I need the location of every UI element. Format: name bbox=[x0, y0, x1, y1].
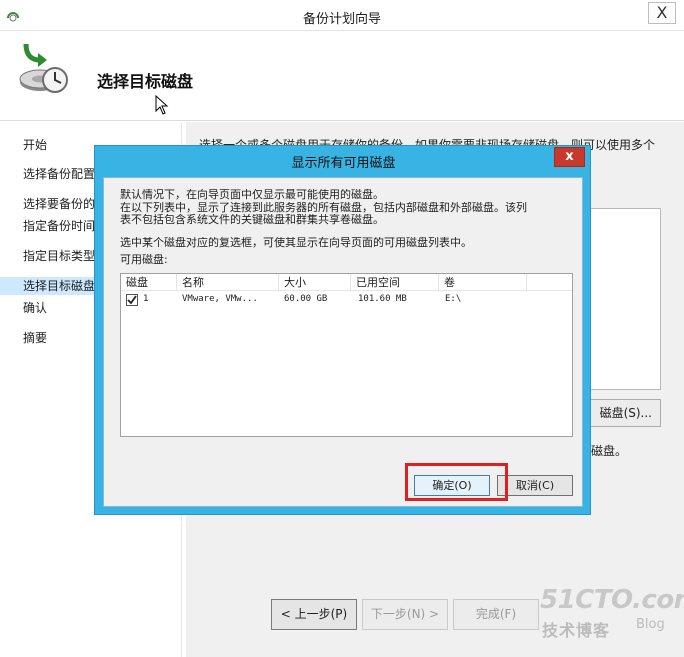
dialog-description-line-3: 表不包括包含系统文件的关键磁盘和群集共享卷磁盘。 bbox=[120, 214, 384, 226]
available-disks-table[interactable]: 磁盘 名称 大小 已用空间 卷 1 VMware, VMw... 60.00 G… bbox=[120, 273, 573, 437]
next-button[interactable]: 下一步(N) > bbox=[362, 599, 448, 630]
page-title: 选择目标磁盘 bbox=[97, 72, 194, 91]
content-note: 磁盘。 bbox=[591, 444, 628, 458]
column-header-disk[interactable]: 磁盘 bbox=[121, 274, 177, 291]
table-row[interactable]: 1 VMware, VMw... 60.00 GB 101.60 MB E:\ bbox=[121, 291, 572, 308]
available-disks-label: 可用磁盘: bbox=[120, 254, 168, 266]
dialog-close-button[interactable]: x bbox=[554, 147, 585, 167]
wizard-titlebar: 备份计划向导 X bbox=[0, 0, 684, 31]
cell-used-space: 101.60 MB bbox=[358, 294, 407, 304]
cell-name: VMware, VMw... bbox=[182, 294, 258, 304]
column-header-name[interactable]: 名称 bbox=[177, 274, 279, 291]
site-watermark: 51CTO.com 技术博客 Blog bbox=[540, 585, 684, 645]
cell-volume: E:\ bbox=[445, 294, 462, 304]
disk-checkbox[interactable] bbox=[126, 294, 138, 306]
wizard-header: 选择目标磁盘 bbox=[0, 31, 684, 121]
annotation-highlight-box bbox=[405, 463, 508, 501]
previous-button[interactable]: < 上一步(P) bbox=[271, 599, 357, 630]
dialog-description-line-1: 默认情况下，在向导页面中仅显示最可能使用的磁盘。 bbox=[120, 189, 384, 201]
wizard-title: 备份计划向导 bbox=[302, 12, 381, 27]
dialog-instruction: 选中某个磁盘对应的复选框，可使其显示在向导页面的可用磁盘列表中。 bbox=[120, 237, 472, 249]
cell-disk: 1 bbox=[143, 294, 149, 304]
column-header-volume[interactable]: 卷 bbox=[439, 274, 527, 291]
watermark-blog: Blog bbox=[636, 617, 665, 632]
watermark-logo-text: 51CTO.com bbox=[540, 585, 684, 615]
watermark-subtitle: 技术博客 bbox=[542, 621, 611, 640]
column-header-used-space[interactable]: 已用空间 bbox=[351, 274, 439, 291]
dialog-description-line-2: 在以下列表中，显示了连接到此服务器的所有磁盘，包括内部磁盘和外部磁盘。该列 bbox=[120, 202, 527, 214]
cell-size: 60.00 GB bbox=[284, 294, 328, 304]
table-header: 磁盘 名称 大小 已用空间 卷 bbox=[121, 274, 572, 291]
mouse-cursor-icon bbox=[155, 95, 169, 115]
dialog-body: 默认情况下，在向导页面中仅显示最可能使用的磁盘。 在以下列表中，显示了连接到此服… bbox=[103, 177, 583, 507]
dialog-title: 显示所有可用磁盘 bbox=[291, 156, 396, 171]
checkmark-icon bbox=[127, 295, 137, 305]
cancel-button[interactable]: 取消(C) bbox=[497, 475, 573, 496]
column-header-size[interactable]: 大小 bbox=[279, 274, 351, 291]
finish-button[interactable]: 完成(F) bbox=[453, 599, 539, 630]
backup-schedule-icon bbox=[19, 43, 68, 93]
show-all-disks-dialog: 显示所有可用磁盘 x 默认情况下，在向导页面中仅显示最可能使用的磁盘。 在以下列… bbox=[94, 145, 591, 515]
wizard-close-button[interactable]: X bbox=[648, 2, 676, 24]
